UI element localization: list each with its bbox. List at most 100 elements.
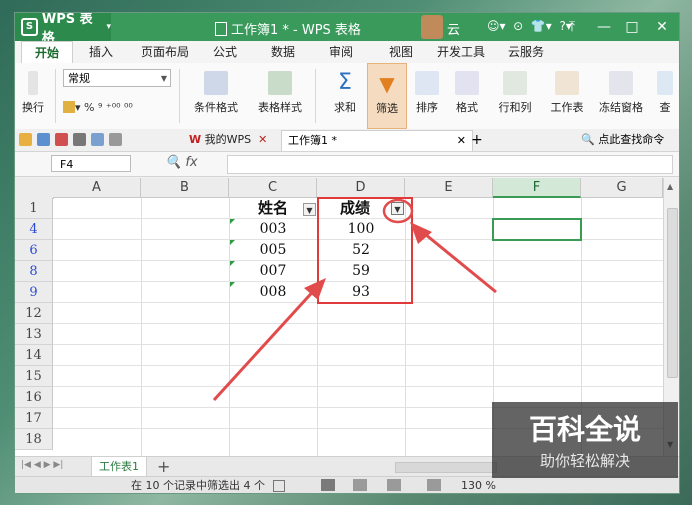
- quick-access-bar: W 我的WPS ✕ 工作簿1 * ✕ + 🔍 点此查找命令: [15, 129, 679, 152]
- row-header-6[interactable]: 6: [15, 240, 53, 261]
- print-icon[interactable]: [73, 133, 86, 146]
- table-cell-name[interactable]: 005: [229, 240, 317, 261]
- row-header-14[interactable]: 14: [15, 345, 53, 366]
- format-button[interactable]: 格式: [449, 63, 485, 129]
- table-style-button[interactable]: 表格样式: [249, 63, 311, 129]
- sigma-icon: Σ: [338, 70, 352, 95]
- close-button[interactable]: ✕: [651, 17, 673, 37]
- scroll-up-icon: ▲: [667, 182, 674, 191]
- column-header-b[interactable]: B: [141, 178, 229, 198]
- freeze-icon: [609, 71, 633, 95]
- select-all-corner[interactable]: [15, 178, 54, 199]
- open-folder-icon[interactable]: [19, 133, 32, 146]
- watermark: 百科全说 助你轻松解决: [492, 402, 678, 478]
- my-wps-tab[interactable]: W 我的WPS ✕: [183, 130, 273, 150]
- filter-button[interactable]: ▼ 筛选: [367, 63, 407, 129]
- tab-data[interactable]: 数据: [263, 41, 303, 63]
- document-icon: [215, 22, 227, 36]
- row-header-17[interactable]: 17: [15, 408, 53, 429]
- column-header-c[interactable]: C: [229, 178, 317, 198]
- row-header-9[interactable]: 9: [15, 282, 53, 303]
- column-header-d[interactable]: D: [317, 178, 405, 198]
- highlight-box: [317, 197, 413, 304]
- page-layout-view-icon[interactable]: [387, 479, 401, 491]
- find-button[interactable]: 查: [651, 63, 679, 129]
- app-menu-button[interactable]: S WPS 表格 ▾: [15, 13, 111, 46]
- page-break-view-icon[interactable]: [353, 479, 367, 491]
- column-header-g[interactable]: G: [581, 178, 663, 198]
- row-header-13[interactable]: 13: [15, 324, 53, 345]
- sheet-nav-icons[interactable]: |◀ ◀ ▶ ▶|: [21, 460, 63, 470]
- number-format-select[interactable]: 常规 ▼: [63, 69, 171, 87]
- normal-view-icon[interactable]: [321, 479, 335, 491]
- zoom-level[interactable]: 130 %: [461, 477, 496, 493]
- chevron-down-icon: ▾: [106, 22, 111, 32]
- row-header-18[interactable]: 18: [15, 429, 53, 450]
- menu-bar: 开始 插入 页面布局 公式 数据 审阅 视图 开发工具 云服务: [15, 41, 679, 64]
- wps-logo-icon: S: [21, 18, 38, 36]
- number-format-tools[interactable]: ▾ % ⁹ ⁺⁰⁰ ⁰⁰: [63, 101, 133, 114]
- watermark-title: 百科全说: [528, 413, 641, 446]
- tab-cloud[interactable]: 云服务: [501, 41, 551, 63]
- find-icon: [657, 71, 673, 95]
- restore-layout-icon[interactable]: ⤒: [561, 17, 583, 37]
- column-header-e[interactable]: E: [405, 178, 493, 198]
- maximize-button[interactable]: □: [621, 17, 643, 37]
- row-header-15[interactable]: 15: [15, 366, 53, 387]
- horizontal-scrollbar[interactable]: [395, 462, 497, 473]
- tab-formula[interactable]: 公式: [205, 41, 245, 63]
- save-icon[interactable]: [37, 133, 50, 146]
- function-button[interactable]: 🔍 fx: [165, 155, 198, 170]
- table-cell-name[interactable]: 003: [229, 219, 317, 240]
- titlebar-tools[interactable]: ☺▾ ⊙ 👕▾ ?▾: [487, 19, 572, 33]
- freeze-panes-button[interactable]: 冻结窗格: [595, 63, 647, 129]
- tab-developer[interactable]: 开发工具: [433, 41, 489, 63]
- rows-cols-button[interactable]: 行和列: [491, 63, 539, 129]
- status-icon[interactable]: [273, 480, 285, 492]
- row-header-12[interactable]: 12: [15, 303, 53, 324]
- title-bar: S WPS 表格 ▾ 工作簿1 * - WPS 表格 云 ☺▾ ⊙ 👕▾ ?▾ …: [15, 13, 679, 46]
- row-header-16[interactable]: 16: [15, 387, 53, 408]
- worksheet-button[interactable]: 工作表: [543, 63, 591, 129]
- tab-insert[interactable]: 插入: [79, 41, 123, 63]
- column-header-f[interactable]: F: [493, 178, 581, 198]
- minimize-button[interactable]: —: [593, 17, 615, 37]
- chevron-down-icon: ▼: [160, 74, 167, 83]
- wrap-text-button[interactable]: 换行: [15, 63, 51, 129]
- sort-icon: [415, 71, 439, 95]
- tab-page-layout[interactable]: 页面布局: [135, 41, 195, 63]
- filter-funnel-icon: ▼: [379, 72, 395, 96]
- tab-home[interactable]: 开始: [21, 41, 73, 64]
- filter-dropdown-name[interactable]: ▼: [303, 203, 316, 216]
- export-pdf-icon[interactable]: [55, 133, 68, 146]
- reading-view-icon[interactable]: [427, 479, 441, 491]
- sort-button[interactable]: 排序: [409, 63, 445, 129]
- active-cell-f4[interactable]: [492, 218, 582, 241]
- sum-button[interactable]: Σ 求和: [327, 63, 363, 129]
- name-box[interactable]: F4: [51, 155, 131, 172]
- user-name[interactable]: 云: [447, 19, 460, 38]
- row-header-8[interactable]: 8: [15, 261, 53, 282]
- document-tab[interactable]: 工作簿1 * ✕: [281, 130, 473, 151]
- conditional-format-button[interactable]: 条件格式: [185, 63, 247, 129]
- text-number-marker: [230, 261, 235, 266]
- table-cell-name[interactable]: 007: [229, 261, 317, 282]
- row-header-4[interactable]: 4: [15, 219, 53, 240]
- new-tab-button[interactable]: +: [465, 130, 489, 150]
- window-title: 工作簿1 * - WPS 表格: [215, 19, 361, 38]
- print-preview-icon[interactable]: [91, 133, 104, 146]
- undo-icon[interactable]: [109, 133, 122, 146]
- table-cell-name[interactable]: 008: [229, 282, 317, 303]
- table-style-icon: [268, 71, 292, 95]
- formula-input[interactable]: [227, 155, 673, 174]
- sheet-tab-1[interactable]: 工作表1: [91, 457, 147, 477]
- text-number-marker: [230, 240, 235, 245]
- column-header-a[interactable]: A: [53, 178, 141, 198]
- tab-view[interactable]: 视图: [381, 41, 421, 63]
- avatar[interactable]: [421, 15, 443, 39]
- row-header-1[interactable]: 1: [15, 198, 53, 219]
- scroll-thumb[interactable]: [667, 208, 678, 378]
- add-sheet-button[interactable]: +: [157, 457, 170, 477]
- command-search[interactable]: 🔍 点此查找命令: [575, 130, 670, 150]
- tab-review[interactable]: 审阅: [321, 41, 361, 63]
